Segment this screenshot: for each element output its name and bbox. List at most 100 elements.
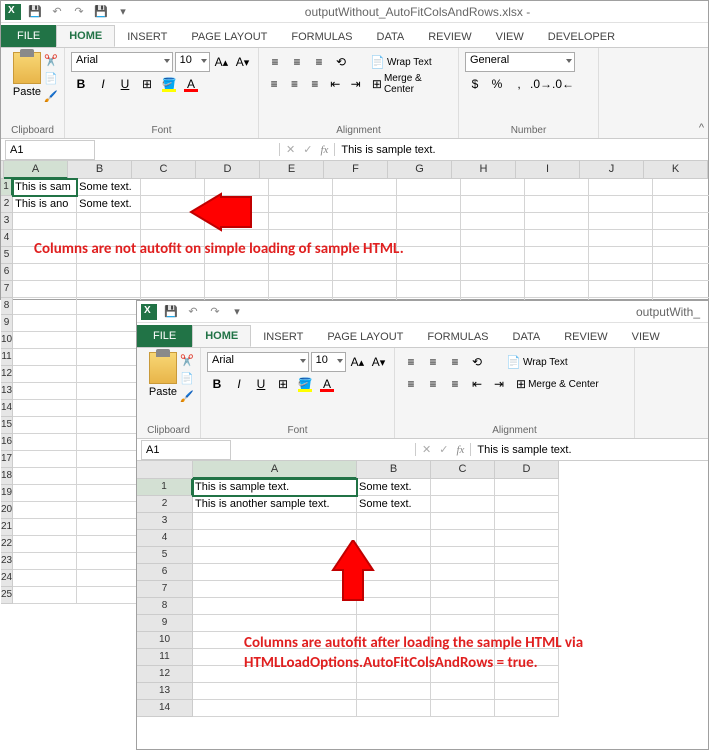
cell[interactable]	[13, 553, 77, 570]
row-header[interactable]: 11	[137, 649, 193, 666]
cell[interactable]	[431, 615, 495, 632]
tab-file[interactable]: FILE	[1, 25, 56, 47]
cut-icon[interactable]: ✂️	[180, 354, 196, 368]
cell[interactable]	[461, 281, 525, 298]
fill-color-button[interactable]: 🪣	[159, 74, 179, 94]
tab-formulas[interactable]: FORMULAS	[279, 27, 364, 47]
bold-button[interactable]: B	[71, 74, 91, 94]
cell[interactable]	[589, 196, 653, 213]
row-header[interactable]: 14	[1, 400, 13, 417]
row-header[interactable]: 11	[1, 349, 13, 366]
cell[interactable]	[333, 213, 397, 230]
tab-view[interactable]: VIEW	[620, 327, 672, 347]
increase-font-icon[interactable]: A▴	[212, 52, 231, 72]
save-icon-2[interactable]: 💾	[93, 4, 109, 20]
enter-formula-icon[interactable]: ✓	[439, 443, 448, 456]
cell[interactable]	[333, 264, 397, 281]
cell[interactable]	[193, 513, 357, 530]
row-header[interactable]: 2	[1, 196, 13, 213]
orientation-icon[interactable]: ⟲	[467, 352, 487, 372]
cell[interactable]	[431, 496, 495, 513]
cell[interactable]	[13, 519, 77, 536]
row-header[interactable]: 7	[137, 581, 193, 598]
fx-icon[interactable]: fx	[320, 144, 328, 156]
paste-button[interactable]: Paste	[143, 352, 183, 412]
row-header[interactable]: 5	[1, 247, 13, 264]
font-color-button[interactable]: A	[317, 374, 337, 394]
cell[interactable]	[13, 366, 77, 383]
tab-insert[interactable]: INSERT	[251, 327, 315, 347]
cell[interactable]	[525, 196, 589, 213]
row-header[interactable]: 6	[137, 564, 193, 581]
font-name-select[interactable]: Arial	[207, 352, 309, 372]
underline-button[interactable]: U	[115, 74, 135, 94]
row-header[interactable]: 22	[1, 536, 13, 553]
cell[interactable]	[193, 615, 357, 632]
increase-decimal-icon[interactable]: .0→	[531, 74, 551, 94]
cell[interactable]	[205, 264, 269, 281]
row-header[interactable]: 13	[1, 383, 13, 400]
cell[interactable]	[461, 179, 525, 196]
tab-data[interactable]: DATA	[365, 27, 417, 47]
column-header[interactable]: J	[580, 161, 644, 179]
cell[interactable]	[589, 281, 653, 298]
percent-button[interactable]: %	[487, 74, 507, 94]
cell[interactable]	[589, 213, 653, 230]
row-header[interactable]: 1	[137, 479, 193, 496]
format-painter-icon[interactable]: 🖌️	[44, 90, 60, 104]
row-header[interactable]: 8	[137, 598, 193, 615]
cell[interactable]	[13, 400, 77, 417]
cell[interactable]	[525, 247, 589, 264]
italic-button[interactable]: I	[229, 374, 249, 394]
cell[interactable]	[397, 230, 461, 247]
cell[interactable]	[495, 683, 559, 700]
decrease-decimal-icon[interactable]: .0←	[553, 74, 573, 94]
tab-view[interactable]: VIEW	[484, 27, 536, 47]
align-center-icon[interactable]: ≡	[285, 74, 303, 94]
cell[interactable]	[461, 196, 525, 213]
qat-dropdown-icon[interactable]: ▾	[115, 4, 131, 20]
align-bottom-icon[interactable]: ≡	[309, 52, 329, 72]
cell[interactable]	[13, 298, 77, 315]
cell[interactable]	[461, 213, 525, 230]
row-header[interactable]: 8	[1, 298, 13, 315]
cell[interactable]	[357, 615, 431, 632]
align-left-icon[interactable]: ≡	[265, 74, 283, 94]
cell[interactable]	[13, 587, 77, 604]
cell[interactable]	[357, 683, 431, 700]
underline-button[interactable]: U	[251, 374, 271, 394]
column-header[interactable]: I	[516, 161, 580, 179]
row-header[interactable]: 20	[1, 502, 13, 519]
cell[interactable]	[269, 281, 333, 298]
cell[interactable]	[431, 479, 495, 496]
formula-input[interactable]	[335, 142, 708, 158]
font-size-select[interactable]: 10	[175, 52, 210, 72]
row-header[interactable]: 16	[1, 434, 13, 451]
cell[interactable]	[431, 530, 495, 547]
decrease-indent-icon[interactable]: ⇤	[467, 374, 487, 394]
align-middle-icon[interactable]: ≡	[423, 352, 443, 372]
cell[interactable]	[13, 485, 77, 502]
select-all-corner[interactable]	[137, 461, 193, 479]
currency-button[interactable]: $	[465, 74, 485, 94]
row-header[interactable]: 4	[1, 230, 13, 247]
cell[interactable]	[193, 683, 357, 700]
cell[interactable]	[77, 468, 141, 485]
cell[interactable]	[13, 213, 77, 230]
row-header[interactable]: 13	[137, 683, 193, 700]
column-header[interactable]: B	[357, 461, 431, 479]
cell[interactable]	[653, 281, 709, 298]
comma-button[interactable]: ,	[509, 74, 529, 94]
excel-icon[interactable]	[5, 4, 21, 20]
font-size-select[interactable]: 10	[311, 352, 346, 372]
cell[interactable]	[495, 547, 559, 564]
cancel-formula-icon[interactable]: ✕	[422, 443, 431, 456]
cell[interactable]	[357, 513, 431, 530]
paste-button[interactable]: Paste	[7, 52, 47, 112]
align-right-icon[interactable]: ≡	[445, 374, 465, 394]
cell[interactable]	[461, 230, 525, 247]
cell[interactable]	[205, 281, 269, 298]
copy-icon[interactable]: 📄	[44, 72, 60, 86]
cell[interactable]	[431, 547, 495, 564]
cell[interactable]: This is another sample text.	[193, 496, 357, 513]
